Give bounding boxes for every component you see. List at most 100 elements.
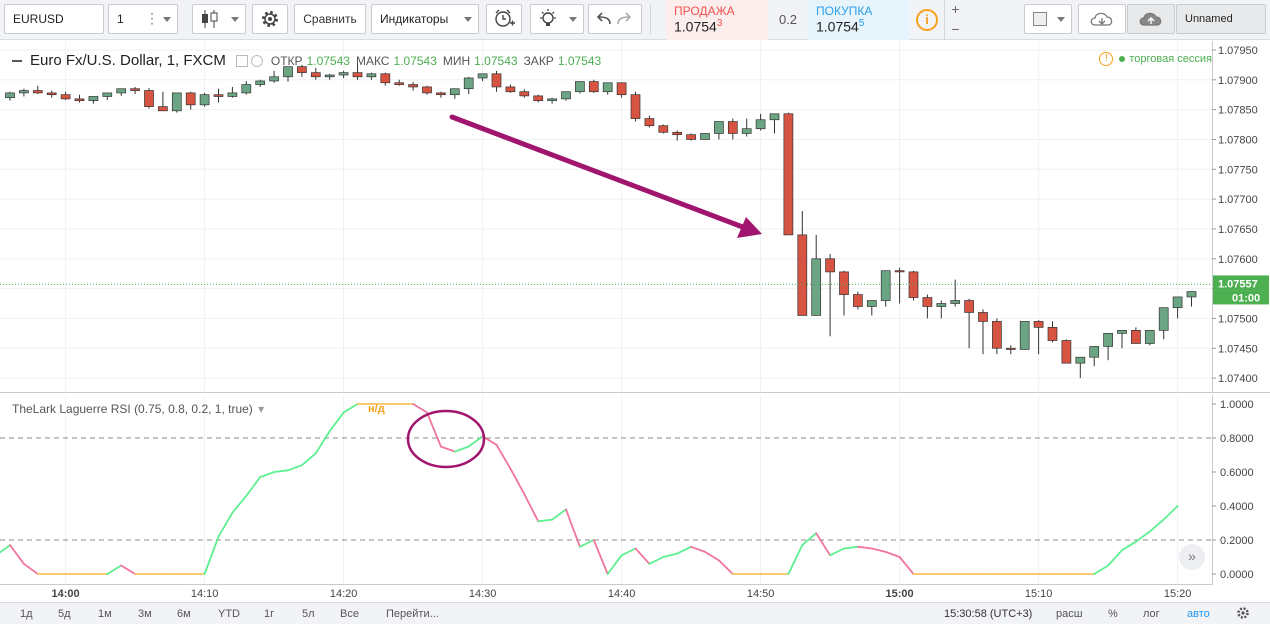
candle — [908, 270, 919, 301]
info-icon[interactable]: i — [916, 9, 938, 31]
candle-body — [672, 131, 683, 136]
auto-scale-toggle[interactable]: авто — [1187, 608, 1210, 620]
candle-body — [853, 294, 863, 307]
scroll-to-realtime-button[interactable]: » — [1179, 544, 1205, 570]
candle-body — [839, 271, 849, 295]
collapse-legend-icon[interactable] — [12, 59, 22, 62]
candle-body — [602, 82, 613, 93]
symbol-input[interactable]: EURUSD — [4, 4, 104, 34]
candle-body — [533, 95, 544, 102]
price-tick-label: 1.07700 — [1218, 194, 1258, 206]
rsi-value-na: н/д — [368, 403, 385, 415]
candle-body — [241, 84, 252, 94]
candle-body — [561, 91, 571, 100]
candle-body — [894, 270, 905, 273]
save-button[interactable] — [1127, 4, 1175, 34]
rsi-legend-chevron-icon[interactable]: ▾ — [258, 402, 264, 416]
candle-body — [324, 74, 335, 78]
settings-button[interactable] — [252, 4, 288, 34]
spread-value: 0.2 — [778, 12, 798, 27]
layout-select[interactable] — [1024, 4, 1072, 34]
extended-hours-toggle[interactable]: расш — [1056, 608, 1083, 620]
sell-label: ПРОДАЖА — [674, 4, 735, 18]
indicators-chevron-down-icon[interactable] — [464, 17, 472, 22]
chart-type-chevron-down-icon[interactable] — [231, 17, 239, 22]
chart-properties-gear-icon[interactable] — [1236, 606, 1250, 620]
candle-body — [992, 321, 1002, 349]
range-button[interactable]: 5л — [302, 608, 315, 620]
range-button[interactable]: 1г — [264, 608, 274, 620]
sell-price: 1.07543 — [674, 18, 723, 35]
layout-name-button[interactable]: Unnamed — [1176, 4, 1266, 34]
candle-body — [88, 96, 99, 102]
series-settings-icon[interactable] — [250, 54, 263, 67]
interval-chevron-down-icon[interactable] — [163, 17, 171, 22]
candle-body — [755, 119, 766, 130]
candle-body — [797, 234, 808, 316]
candle-body — [1047, 327, 1058, 341]
settings-gear-icon — [262, 11, 278, 27]
candle-body — [32, 90, 43, 94]
percent-scale-toggle[interactable]: % — [1108, 608, 1118, 620]
candle-body — [908, 271, 919, 298]
range-button[interactable]: 1м — [98, 608, 112, 620]
range-button[interactable]: 3м — [138, 608, 152, 620]
range-button[interactable]: 6м — [177, 608, 191, 620]
log-scale-toggle[interactable]: лог — [1143, 608, 1160, 620]
plus-button[interactable]: + — [945, 0, 966, 20]
top-toolbar: EURUSD 1 ⋮ Сравнить Индикаторы ПРОДАЖА 1… — [0, 0, 1270, 40]
time-axis[interactable]: 14:00 14:10 14:20 14:30 14:40 14:50 15:00 15:10… — [0, 585, 1212, 602]
buy-label: ПОКУПКА — [816, 4, 873, 18]
clock-display[interactable]: 15:30:58 (UTC+3) — [944, 608, 1032, 620]
rsi-tick-label: 0.8000 — [1220, 433, 1254, 445]
candle-body — [978, 312, 988, 322]
candle-body — [213, 94, 224, 97]
candle-body — [380, 73, 391, 84]
interval-more-icon[interactable]: ⋮ — [145, 11, 159, 25]
alert-button[interactable] — [486, 4, 522, 34]
candle-body — [463, 77, 474, 90]
chart-type-select[interactable] — [192, 4, 246, 34]
sell-button[interactable]: ПРОДАЖА 1.07543 — [666, 0, 768, 40]
candle-body — [185, 92, 196, 106]
warning-icon[interactable]: ! — [1099, 52, 1114, 66]
layout-chevron-down-icon[interactable] — [1057, 17, 1065, 22]
time-tick-label: 14:20 — [329, 588, 358, 600]
price-chart[interactable]: 1.07950 1.07900 1.07850 1.07800 1.07750 1.077… — [0, 41, 1270, 393]
low-value: 1.07543 — [474, 53, 518, 68]
range-button[interactable]: Все — [340, 608, 359, 620]
candle-body — [116, 88, 127, 94]
interval-select[interactable]: 1 ⋮ — [108, 4, 178, 34]
candle-body — [1131, 330, 1141, 344]
quantity-stepper: + − — [944, 0, 966, 40]
price-tick-label: 1.07850 — [1218, 105, 1258, 117]
candle-body — [936, 303, 947, 307]
candle-body — [1103, 332, 1113, 347]
range-button[interactable]: YTD — [218, 608, 240, 620]
time-tick-label: 15:00 — [885, 588, 914, 600]
candle-body — [630, 94, 641, 119]
toolbar-divider — [650, 4, 651, 34]
candle-body — [547, 98, 557, 102]
high-value: 1.07543 — [393, 53, 437, 68]
undo-icon[interactable] — [594, 11, 614, 27]
ideas-button[interactable] — [530, 4, 584, 34]
symbol-text: EURUSD — [13, 12, 64, 26]
visibility-icon[interactable] — [235, 54, 248, 67]
buy-button[interactable]: ПОКУПКА 1.07545 — [808, 0, 910, 40]
rsi-chart[interactable]: 1.0000 0.8000 0.6000 0.4000 0.2000 0.0000 — [0, 395, 1270, 585]
candle-body — [338, 72, 349, 76]
indicators-label: Индикаторы — [380, 12, 449, 26]
goto-date-button[interactable]: Перейти... — [386, 608, 439, 620]
range-button[interactable]: 5д — [58, 608, 71, 620]
compare-button[interactable]: Сравнить — [294, 4, 366, 34]
load-button[interactable] — [1078, 4, 1126, 34]
indicators-button[interactable]: Индикаторы — [371, 4, 479, 34]
candle-body — [769, 113, 780, 121]
candle-body — [310, 72, 321, 78]
range-button[interactable]: 1д — [20, 608, 33, 620]
minus-button[interactable]: − — [945, 20, 966, 40]
ideas-chevron-down-icon[interactable] — [569, 17, 577, 22]
candle — [700, 133, 710, 140]
redo-icon[interactable] — [614, 11, 634, 27]
